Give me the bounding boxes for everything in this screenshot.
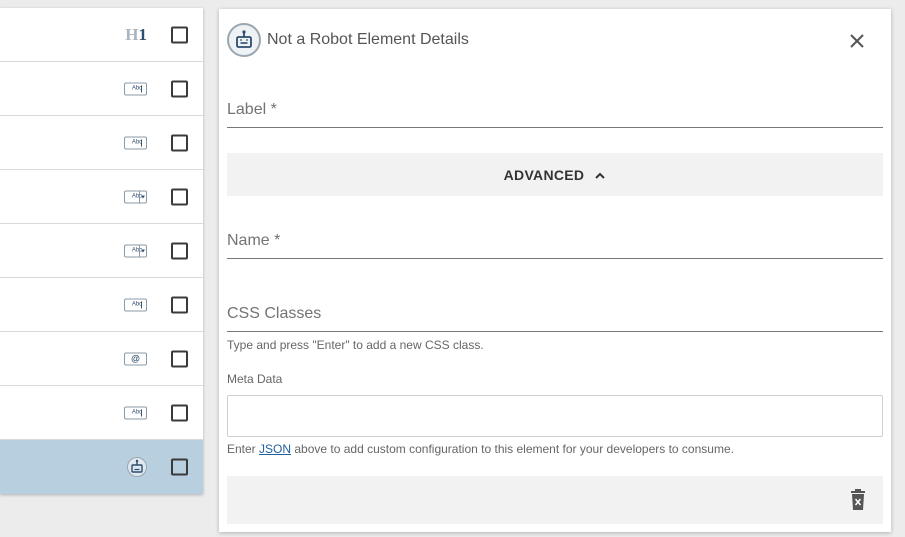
- list-item[interactable]: Abc: [0, 224, 203, 278]
- list-item-selected[interactable]: [0, 440, 203, 494]
- app-root: H1 Abc Abc Abc Abc Abc @ Abc Not a Robot…: [0, 0, 905, 537]
- advanced-toggle-button[interactable]: ADVANCED: [227, 153, 883, 196]
- text-field-icon: Abc: [124, 136, 147, 149]
- heading-h1-icon: H1: [125, 24, 147, 44]
- email-field-icon: @: [124, 352, 147, 365]
- list-item[interactable]: Abc: [0, 62, 203, 116]
- item-checkbox[interactable]: [171, 242, 188, 259]
- meta-data-help: Enter JSON above to add custom configura…: [227, 442, 734, 456]
- json-link[interactable]: JSON: [259, 442, 291, 456]
- name-field[interactable]: Name *: [227, 232, 883, 259]
- item-checkbox[interactable]: [171, 80, 188, 97]
- item-checkbox[interactable]: [171, 26, 188, 43]
- close-icon[interactable]: [847, 31, 867, 51]
- list-item[interactable]: Abc: [0, 278, 203, 332]
- item-checkbox[interactable]: [171, 404, 188, 421]
- trash-icon[interactable]: [849, 489, 867, 511]
- label-field[interactable]: Label *: [227, 101, 883, 128]
- item-checkbox[interactable]: [171, 188, 188, 205]
- list-item[interactable]: H1: [0, 8, 203, 62]
- robot-icon: [227, 23, 261, 57]
- list-item[interactable]: Abc: [0, 386, 203, 440]
- label-field-placeholder: Label *: [227, 101, 277, 118]
- chevron-up-icon: [594, 171, 606, 179]
- list-item[interactable]: Abc: [0, 170, 203, 224]
- css-helper-text: Type and press "Enter" to add a new CSS …: [227, 338, 484, 352]
- item-checkbox[interactable]: [171, 134, 188, 151]
- element-details-panel: Not a Robot Element Details Label * ADVA…: [219, 9, 891, 532]
- item-checkbox[interactable]: [171, 350, 188, 367]
- css-classes-placeholder: CSS Classes: [227, 305, 322, 322]
- text-field-icon: Abc: [124, 82, 147, 95]
- item-checkbox[interactable]: [171, 296, 188, 313]
- panel-actions-bar: [227, 476, 883, 524]
- element-list: H1 Abc Abc Abc Abc Abc @ Abc: [0, 8, 203, 494]
- meta-data-input[interactable]: [227, 395, 883, 437]
- panel-header: Not a Robot Element Details: [227, 23, 469, 57]
- name-field-placeholder: Name *: [227, 232, 281, 249]
- dropdown-field-icon: Abc: [124, 190, 147, 203]
- panel-title: Not a Robot Element Details: [267, 31, 469, 48]
- list-item[interactable]: Abc: [0, 116, 203, 170]
- dropdown-field-icon: Abc: [124, 244, 147, 257]
- css-classes-field[interactable]: CSS Classes: [227, 305, 883, 332]
- text-field-icon: Abc: [124, 406, 147, 419]
- meta-data-label: Meta Data: [227, 372, 283, 386]
- robot-icon: [127, 457, 147, 477]
- item-checkbox[interactable]: [171, 458, 188, 476]
- list-item[interactable]: @: [0, 332, 203, 386]
- advanced-label: ADVANCED: [503, 166, 585, 183]
- text-field-icon: Abc: [124, 298, 147, 311]
